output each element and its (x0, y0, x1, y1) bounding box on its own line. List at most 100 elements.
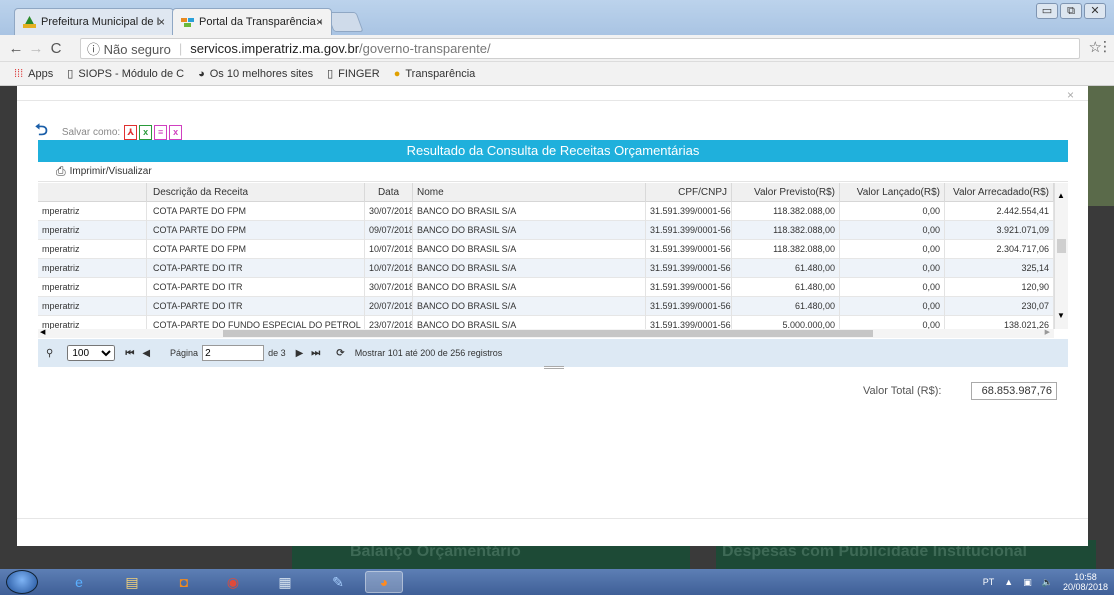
cell-valor-lancado: 0,00 (840, 316, 945, 329)
cell-valor-arrecadado: 2.304.717,06 (945, 240, 1054, 259)
scroll-up-icon[interactable]: ▲ (1057, 191, 1065, 200)
pdf-icon[interactable]: ⅄ (124, 125, 138, 140)
cell-valor-previsto: 118.382.088,00 (732, 221, 840, 240)
volume-icon[interactable]: 🔈 (1042, 577, 1053, 588)
firefox-icon[interactable]: ◕ (365, 571, 403, 593)
table-row[interactable]: mperatriz COTA-PARTE DO ITR 20/07/2018 B… (38, 297, 1054, 316)
next-page-icon[interactable]: ▶ (296, 348, 304, 359)
column-header-cpf-cnpj[interactable]: CPF/CNPJ (646, 183, 732, 202)
browser-menu-icon[interactable]: ⋮ (1098, 38, 1112, 55)
column-header-valor-previsto[interactable]: Valor Previsto(R$) (732, 183, 840, 202)
last-page-icon[interactable]: ⏭ (311, 348, 320, 359)
cell-nome: BANCO DO BRASIL S/A (413, 316, 646, 329)
cell-valor-arrecadado: 2.442.554,41 (945, 202, 1054, 221)
cell-orgao: mperatriz (38, 221, 147, 240)
cell-valor-previsto: 118.382.088,00 (732, 202, 840, 221)
start-button[interactable] (6, 570, 38, 594)
cell-cnpj: 31.591.399/0001-56 (646, 316, 732, 329)
forward-icon[interactable]: → (26, 40, 46, 57)
language-indicator[interactable]: PT (983, 577, 995, 587)
url-host: servicos.imperatriz.ma.gov.br (190, 41, 360, 56)
search-icon[interactable]: ⚲ (46, 348, 53, 359)
explorer-icon[interactable]: ▤ (113, 571, 151, 593)
prev-page-icon[interactable]: ◀ (142, 348, 150, 359)
close-tab-icon[interactable]: × (316, 15, 323, 29)
ie-icon[interactable]: e (60, 571, 98, 593)
scroll-thumb[interactable] (223, 330, 873, 337)
tab-portal-transparencia[interactable]: Portal da Transparência - × (172, 8, 332, 35)
first-page-icon[interactable]: ⏮ (125, 348, 134, 359)
grid-vertical-scrollbar[interactable]: ▲ ▼ (1054, 183, 1068, 329)
calculator-icon[interactable]: ▦ (266, 571, 304, 593)
text-icon[interactable]: ≡ (154, 125, 168, 140)
grid-title: Resultado da Consulta de Receitas Orçame… (38, 140, 1068, 162)
grid-toolbar: ⎙ Imprimir/Visualizar (38, 162, 1068, 182)
cell-data: 10/07/2018 (365, 240, 413, 259)
table-row[interactable]: mperatriz COTA-PARTE DO FUNDO ESPECIAL D… (38, 316, 1054, 329)
close-tab-icon[interactable]: × (158, 15, 165, 29)
cell-orgao: mperatriz (38, 240, 147, 259)
cell-data: 30/07/2018 (365, 202, 413, 221)
column-header-nome[interactable]: Nome (413, 183, 646, 202)
column-header-valor-arrecadado[interactable]: Valor Arrecadado(R$) (945, 183, 1054, 202)
grid-horizontal-scrollbar[interactable]: ◀ ▶ (38, 329, 1054, 338)
restore-icon[interactable]: ⧉ (1060, 3, 1082, 19)
scroll-left-icon[interactable]: ◀ (40, 328, 45, 336)
bookmark-10-melhores[interactable]: ◕ Os 10 melhores sites (198, 68, 313, 80)
tab-strip: Prefeitura Municipal de I × Portal da Tr… (0, 0, 1114, 35)
scroll-right-icon[interactable]: ▶ (1045, 328, 1050, 336)
network-icon[interactable]: ▣ (1023, 577, 1032, 588)
portal-favicon-icon (181, 18, 194, 27)
cell-data: 23/07/2018 (365, 316, 413, 329)
column-header-data[interactable]: Data (365, 183, 413, 202)
tab-title: Portal da Transparência - (199, 16, 323, 28)
paint-icon[interactable]: ✎ (319, 571, 357, 593)
table-row[interactable]: mperatriz COTA PARTE DO FPM 30/07/2018 B… (38, 202, 1054, 221)
excel-icon[interactable]: x (139, 125, 153, 140)
reload-icon[interactable]: C (46, 40, 66, 57)
print-button[interactable]: Imprimir/Visualizar (70, 166, 152, 177)
cell-orgao: mperatriz (38, 259, 147, 278)
scroll-down-icon[interactable]: ▼ (1057, 311, 1065, 320)
cell-valor-arrecadado: 325,14 (945, 259, 1054, 278)
clock[interactable]: 10:58 20/08/2018 (1063, 572, 1108, 592)
column-header-descricao[interactable]: Descrição da Receita (147, 183, 365, 202)
table-row[interactable]: mperatriz COTA PARTE DO FPM 10/07/2018 B… (38, 240, 1054, 259)
printer-icon[interactable]: ⎙ (56, 164, 66, 179)
bookmark-finger[interactable]: ▯ FINGER (327, 67, 380, 81)
scroll-thumb[interactable] (1057, 239, 1066, 253)
xlsx-icon[interactable]: x (169, 125, 183, 140)
page-number-input[interactable] (202, 345, 265, 361)
address-bar[interactable]: ⓘ Não seguro | servicos.imperatriz.ma.go… (80, 38, 1080, 59)
bookmark-transparencia[interactable]: ● Transparência (394, 68, 476, 80)
cell-valor-arrecadado: 230,07 (945, 297, 1054, 316)
windows-taskbar: e ▤ ◘ ◉ ▦ ✎ ◕ PT ▲ ▣ 🔈 10:58 20/08/2018 (0, 569, 1114, 595)
security-indicator[interactable]: ⓘ Não seguro (87, 39, 171, 58)
back-icon[interactable]: ← (6, 40, 26, 57)
close-window-icon[interactable]: ✕ (1084, 3, 1106, 19)
minimize-icon[interactable]: ▭ (1036, 3, 1058, 19)
column-header-valor-lancado[interactable]: Valor Lançado(R$) (840, 183, 945, 202)
bookmark-label: Apps (28, 67, 54, 80)
tray-expand-icon[interactable]: ▲ (1004, 577, 1013, 587)
table-row[interactable]: mperatriz COTA-PARTE DO ITR 10/07/2018 B… (38, 259, 1054, 278)
bookmark-label: SIOPS - Módulo de C (78, 67, 185, 80)
page-label: Página (170, 348, 199, 358)
page-icon: ▯ (327, 68, 334, 80)
cell-cnpj: 31.591.399/0001-56 (646, 240, 732, 259)
tab-prefeitura[interactable]: Prefeitura Municipal de I × (14, 8, 174, 35)
resize-grabber[interactable] (544, 366, 564, 369)
bookmark-apps[interactable]: ⁞⁞⁞ Apps (14, 68, 53, 80)
refresh-icon[interactable]: ⟳ (336, 348, 344, 359)
table-row[interactable]: mperatriz COTA-PARTE DO ITR 30/07/2018 B… (38, 278, 1054, 297)
cell-valor-arrecadado: 120,90 (945, 278, 1054, 297)
bookmark-siops[interactable]: ▯ SIOPS - Módulo de C (67, 67, 185, 81)
tab-title: Prefeitura Municipal de I (41, 16, 160, 28)
cell-orgao: mperatriz (38, 202, 147, 221)
outlook-icon[interactable]: ◘ (165, 571, 203, 593)
cell-valor-previsto: 61.480,00 (732, 297, 840, 316)
page-size-select[interactable]: 100 (67, 345, 116, 361)
column-header-orgao[interactable] (38, 183, 147, 202)
table-row[interactable]: mperatriz COTA PARTE DO FPM 09/07/2018 B… (38, 221, 1054, 240)
chrome-icon[interactable]: ◉ (214, 571, 252, 593)
